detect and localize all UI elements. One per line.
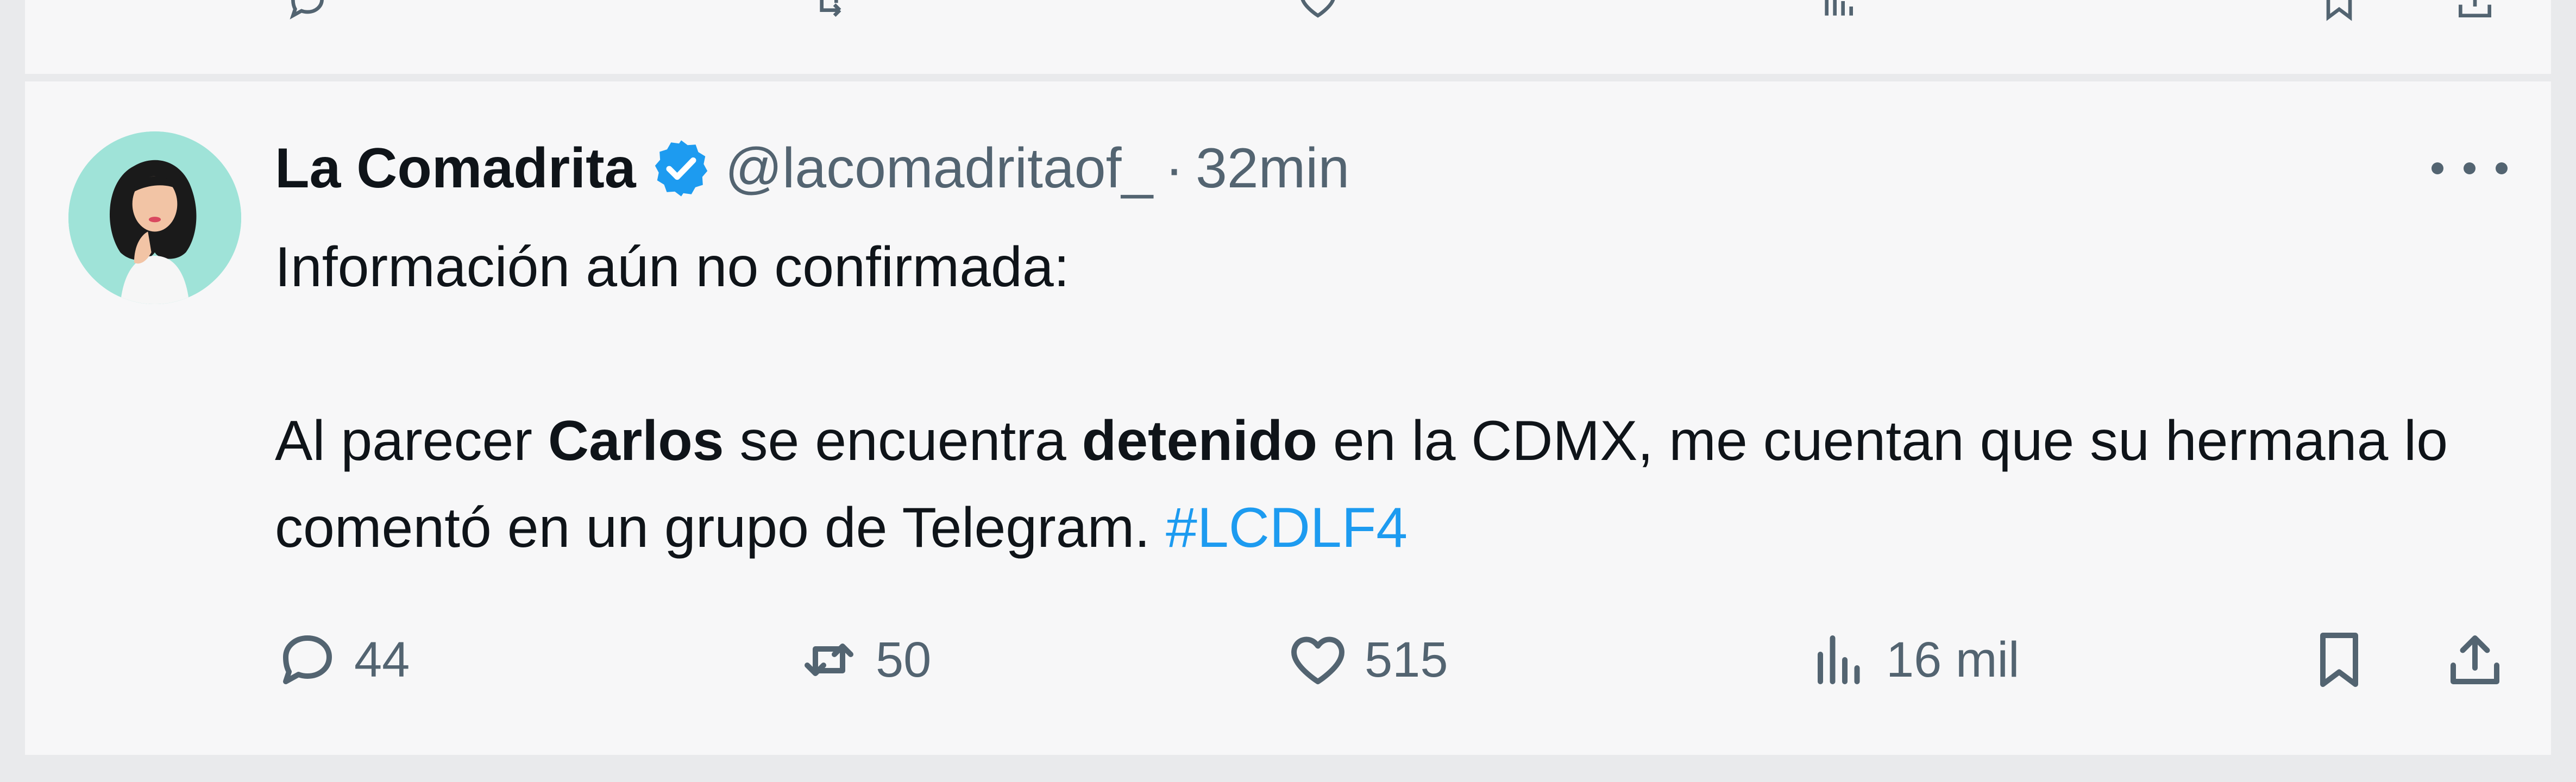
tweet-text-line: Información aún no confirmada: — [275, 236, 1070, 299]
tweet-text-paragraph: Al parecer Carlos se encuentra detenido … — [275, 398, 2513, 571]
display-name[interactable]: La Comadrita — [275, 136, 636, 201]
tweet-timestamp[interactable]: 32min — [1196, 136, 1349, 201]
share-icon[interactable] — [2453, 0, 2497, 23]
text-segment: se encuentra — [724, 409, 1082, 472]
tweet-actions: 44 50 515 16 mil — [275, 619, 2513, 701]
bold-text: detenido — [1082, 409, 1317, 472]
like-count: 515 — [1365, 632, 1448, 688]
tweet-text: Información aún no confirmada: Al parece… — [275, 224, 2513, 571]
verified-badge-icon[interactable] — [649, 136, 713, 200]
views-icon — [1818, 635, 1860, 684]
more-icon[interactable] — [2432, 147, 2508, 190]
bookmark-icon — [2320, 633, 2358, 687]
tweet[interactable]: La Comadrita @lacomadritaof_ · 32min Inf… — [25, 81, 2551, 755]
more-dot — [2496, 162, 2508, 174]
timeline: La Comadrita @lacomadritaof_ · 32min Inf… — [0, 0, 2576, 782]
previous-tweet[interactable] — [25, 0, 2551, 74]
views-button[interactable]: 16 mil — [1807, 619, 2019, 701]
reply-icon — [283, 635, 332, 684]
retweet-icon[interactable] — [807, 0, 851, 23]
share-button[interactable] — [2442, 619, 2508, 701]
more-dot — [2464, 162, 2476, 174]
bold-text: Carlos — [548, 409, 724, 472]
divider — [0, 755, 2576, 782]
like-button[interactable]: 515 — [1285, 619, 1448, 701]
share-icon — [2451, 635, 2499, 684]
heart-icon — [1291, 636, 1344, 684]
reply-count: 44 — [354, 632, 410, 688]
bookmark-icon[interactable] — [2317, 0, 2361, 23]
retweet-button[interactable]: 50 — [796, 619, 931, 701]
avatar[interactable] — [68, 131, 241, 304]
retweet-count: 50 — [876, 632, 932, 688]
retweet-icon — [805, 644, 853, 676]
views-icon[interactable] — [1818, 0, 1861, 23]
bookmark-button[interactable] — [2307, 619, 2372, 701]
previous-tweet-actions — [25, 0, 2551, 22]
reply-icon[interactable] — [286, 0, 329, 23]
author-handle[interactable]: @lacomadritaof_ — [725, 136, 1153, 201]
avatar-illustration — [68, 131, 241, 304]
tweet-header: La Comadrita @lacomadritaof_ · 32min — [275, 133, 1349, 204]
text-segment: Al parecer — [275, 409, 548, 472]
views-count: 16 mil — [1886, 632, 2020, 688]
header-separator: · — [1165, 136, 1184, 200]
hashtag-link[interactable]: #LCDLF4 — [1166, 496, 1408, 559]
more-dot — [2432, 162, 2443, 174]
reply-button[interactable]: 44 — [275, 619, 410, 701]
heart-icon[interactable] — [1296, 0, 1340, 23]
